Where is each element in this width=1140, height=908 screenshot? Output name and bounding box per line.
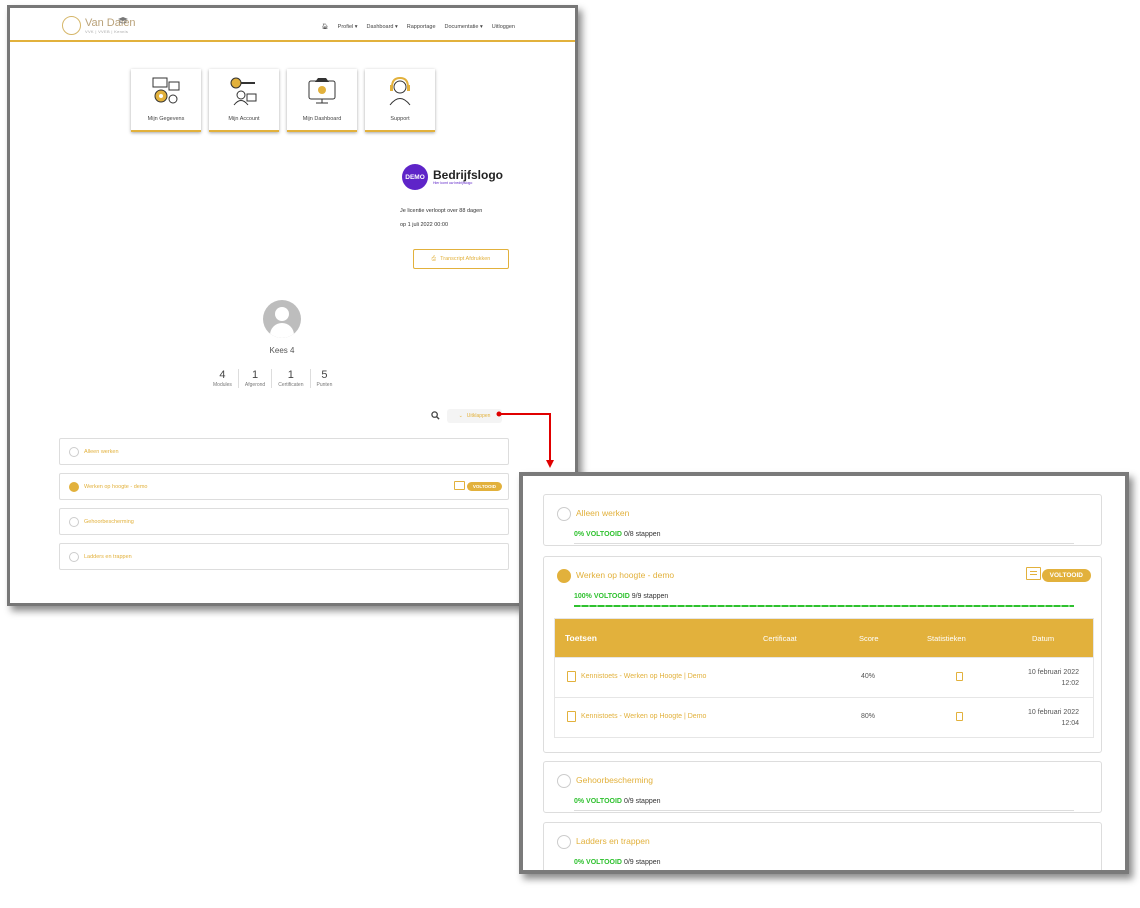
test-link[interactable]: Kennistoets - Werken op Hoogte | Demo: [581, 713, 706, 720]
tile-mijn-gegevens[interactable]: Mijn Gegevens: [131, 69, 201, 132]
certificate-icon[interactable]: [454, 481, 465, 490]
header-toetsen: Toetsen: [565, 633, 597, 643]
nav-profiel[interactable]: Profiel ▾: [338, 24, 358, 30]
home-icon[interactable]: 🏠︎: [322, 24, 329, 30]
nav-rapportage[interactable]: Rapportage: [407, 24, 436, 30]
module-item[interactable]: Alleen werken 0% VOLTOOID 0/8 stappen: [543, 494, 1102, 546]
license-line-2: op 1 juli 2022 00:00: [400, 222, 449, 228]
module-item[interactable]: Alleen werken: [59, 438, 509, 465]
progress-bar: [574, 810, 1074, 811]
progress-text: 0% VOLTOOID 0/9 stappen: [574, 798, 661, 805]
dashboard-screenshot: Van Dalen VVK | VVEB | Kennis 🏠︎ Profiel…: [7, 5, 578, 606]
test-date: 10 februari 2022 12:02: [1028, 669, 1079, 687]
tests-table: Toetsen Certificaat Score Statistieken D…: [554, 618, 1094, 738]
completed-badge: VOLTOOID: [466, 482, 502, 491]
nav-dashboard[interactable]: Dashboard ▾: [367, 24, 398, 30]
graduation-cap-icon: [118, 17, 128, 24]
printer-icon: ⎙: [431, 255, 437, 262]
header-datum: Datum: [1032, 634, 1055, 643]
stat-modules: 4 Modules: [207, 369, 239, 388]
monitor-icon: [308, 78, 336, 104]
status-circle-icon: [69, 447, 79, 457]
module-item[interactable]: Werken op hoogte - demo VOLTOOID: [59, 473, 509, 500]
header-statistieken: Statistieken: [927, 634, 966, 643]
nav-documentatie[interactable]: Documentatie ▾: [445, 24, 483, 30]
status-circle-icon: [557, 507, 571, 521]
key-person-icon: [230, 77, 257, 106]
progress-text: 100% VOLTOOID 9/9 stappen: [574, 593, 669, 600]
completed-badge: VOLTOOID: [1041, 569, 1091, 582]
quick-tiles: Mijn Gegevens Mijn Account Mijn Dashboar…: [131, 69, 435, 132]
top-header: Van Dalen VVK | VVEB | Kennis 🏠︎ Profiel…: [10, 8, 575, 42]
expanded-modules-screenshot: Alleen werken 0% VOLTOOID 0/8 stappen We…: [519, 472, 1129, 874]
statistics-doc-icon[interactable]: [956, 712, 963, 721]
search-icon[interactable]: [431, 411, 440, 420]
status-circle-icon: [557, 774, 571, 788]
transcript-label: Transcript Afdrukken: [440, 256, 491, 262]
status-circle-icon: [557, 835, 571, 849]
tile-label: Support: [390, 116, 410, 122]
table-header: Toetsen Certificaat Score Statistieken D…: [555, 619, 1093, 657]
tile-mijn-dashboard[interactable]: Mijn Dashboard: [287, 69, 357, 132]
chevron-down-icon: ⌄: [458, 413, 463, 419]
status-circle-icon: [69, 517, 79, 527]
test-icon: [567, 711, 576, 722]
company-logo: DEMO Bedrijfslogo Hier komt uw bedrijfsl…: [402, 164, 503, 190]
module-item[interactable]: Gehoorbescherming: [59, 508, 509, 535]
license-info: Je licentie verloopt over 88 dagen op 1 …: [400, 204, 482, 232]
expand-all-button[interactable]: ⌄ Uitklappen: [447, 409, 502, 423]
check-circle-icon: [557, 569, 571, 583]
certificate-icon[interactable]: [1026, 567, 1041, 580]
logo-emblem-icon: [62, 16, 81, 35]
check-circle-icon: [69, 482, 79, 492]
tile-mijn-account[interactable]: Mijn Account: [209, 69, 279, 132]
module-item[interactable]: Werken op hoogte - demo VOLTOOID 100% VO…: [543, 556, 1102, 753]
header-score: Score: [859, 634, 879, 643]
header-certificaat: Certificaat: [763, 634, 797, 643]
module-item[interactable]: Ladders en trappen: [59, 543, 509, 570]
gears-icon: [152, 77, 180, 104]
statistics-doc-icon[interactable]: [956, 672, 963, 681]
table-row: Kennistoets - Werken op Hoogte | Demo 80…: [555, 697, 1093, 737]
nav-uitloggen[interactable]: Uitloggen: [492, 24, 515, 30]
test-date: 10 februari 2022 12:04: [1028, 709, 1079, 727]
module-item[interactable]: Gehoorbescherming 0% VOLTOOID 0/9 stappe…: [543, 761, 1102, 813]
test-link[interactable]: Kennistoets - Werken op Hoogte | Demo: [581, 673, 706, 680]
license-line-1: Je licentie verloopt over 88 dagen: [400, 208, 483, 214]
profile-stats: 4 Modules 1 Afgerond 1 Certificaten 5 Punten: [207, 369, 338, 388]
tile-label: Mijn Dashboard: [302, 116, 342, 122]
tile-support[interactable]: Support: [365, 69, 435, 132]
module-item[interactable]: Ladders en trappen 0% VOLTOOID 0/9 stapp…: [543, 822, 1102, 872]
progress-bar: [574, 543, 1074, 544]
headset-icon: [389, 76, 411, 106]
test-score: 80%: [861, 713, 876, 720]
tile-label: Mijn Gegevens: [147, 116, 185, 122]
progress-text: 0% VOLTOOID 0/8 stappen: [574, 531, 661, 538]
profile-name: Kees 4: [269, 346, 295, 355]
table-row: Kennistoets - Werken op Hoogte | Demo 40…: [555, 657, 1093, 697]
demo-badge: DEMO: [402, 164, 428, 190]
progress-bar: [574, 604, 1074, 607]
stat-punten: 5 Punten: [316, 369, 333, 388]
progress-text: 0% VOLTOOID 0/9 stappen: [574, 859, 661, 866]
main-nav: 🏠︎ Profiel ▾ Dashboard ▾ Rapportage Docu…: [322, 24, 515, 30]
progress-bar: [574, 871, 1074, 872]
transcript-print-button[interactable]: ⎙ Transcript Afdrukken: [413, 249, 509, 269]
test-icon: [567, 671, 576, 682]
stat-afgerond: 1 Afgerond: [239, 369, 273, 388]
avatar: [263, 300, 301, 338]
tile-label: Mijn Account: [228, 116, 260, 122]
company-title: Bedrijfslogo: [433, 168, 504, 182]
status-circle-icon: [69, 552, 79, 562]
test-score: 40%: [861, 673, 876, 680]
logo-subtitle: VVK | VVEB | Kennis: [85, 28, 129, 34]
stat-certificaten: 1 Certificaten: [272, 369, 311, 388]
